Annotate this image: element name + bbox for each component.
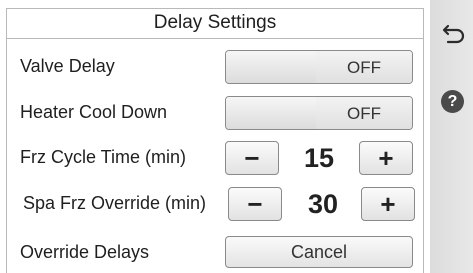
frz-cycle-time-increment-button[interactable]: + xyxy=(359,141,413,175)
heater-cool-down-label: Heater Cool Down xyxy=(20,102,168,122)
panel-title: Delay Settings xyxy=(7,9,423,39)
help-icon[interactable]: ? xyxy=(441,90,464,113)
sidebar-divider xyxy=(425,0,429,273)
delay-settings-screen: Delay Settings Valve Delay OFF Heater Co… xyxy=(0,0,473,273)
cancel-override-button[interactable]: Cancel xyxy=(225,236,413,268)
toggle-state: OFF xyxy=(316,97,412,129)
override-delays-row: Override Delays Cancel xyxy=(7,232,423,272)
back-arrow-icon[interactable] xyxy=(442,22,466,46)
heater-cool-down-row: Heater Cool Down OFF xyxy=(7,92,423,132)
spa-frz-override-value: 30 xyxy=(307,189,339,219)
heater-cool-down-toggle[interactable]: OFF xyxy=(225,96,413,130)
frz-cycle-time-row: Frz Cycle Time (min) − 15 + xyxy=(7,137,423,177)
override-delays-label: Override Delays xyxy=(20,242,150,262)
delay-settings-panel: Delay Settings Valve Delay OFF Heater Co… xyxy=(6,8,424,273)
toggle-knob xyxy=(226,51,318,83)
toggle-knob xyxy=(226,97,318,129)
spa-frz-override-decrement-button[interactable]: − xyxy=(228,187,282,221)
spa-frz-override-label: Spa Frz Override (min) xyxy=(23,193,207,213)
frz-cycle-time-decrement-button[interactable]: − xyxy=(225,141,279,175)
valve-delay-label: Valve Delay xyxy=(20,56,115,76)
spa-frz-override-row: Spa Frz Override (min) − 30 + xyxy=(7,183,423,223)
toggle-state: OFF xyxy=(316,51,412,83)
frz-cycle-time-value: 15 xyxy=(303,143,335,173)
valve-delay-toggle[interactable]: OFF xyxy=(225,50,413,84)
valve-delay-row: Valve Delay OFF xyxy=(7,46,423,86)
spa-frz-override-increment-button[interactable]: + xyxy=(361,187,415,221)
frz-cycle-time-label: Frz Cycle Time (min) xyxy=(20,147,186,167)
